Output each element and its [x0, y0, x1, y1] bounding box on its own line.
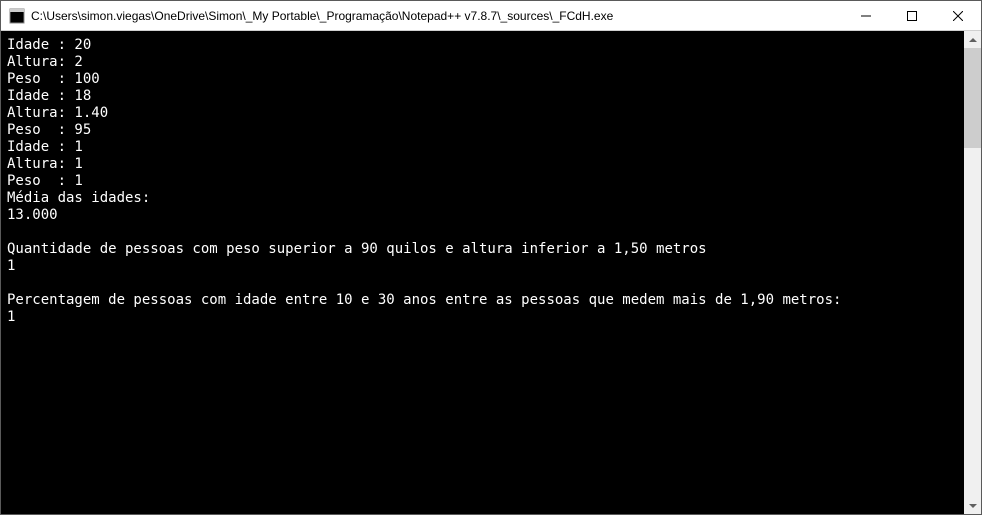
- media-value: 13.000: [7, 207, 58, 223]
- minimize-button[interactable]: [843, 1, 889, 30]
- scroll-up-button[interactable]: [964, 31, 981, 48]
- maximize-button[interactable]: [889, 1, 935, 30]
- titlebar[interactable]: C:\Users\simon.viegas\OneDrive\Simon\_My…: [1, 1, 981, 31]
- entry-idade: Idade : 20: [7, 37, 91, 53]
- entry-peso: Peso : 95: [7, 122, 91, 138]
- window-controls: [843, 1, 981, 30]
- content-area: Idade : 20 Altura: 2 Peso : 100 Idade : …: [1, 31, 981, 514]
- close-icon: [953, 11, 963, 21]
- entry-idade: Idade : 1: [7, 139, 83, 155]
- vertical-scrollbar[interactable]: [964, 31, 981, 514]
- entry-altura: Altura: 1.40: [7, 105, 108, 121]
- quant-value: 1: [7, 258, 15, 274]
- chevron-up-icon: [969, 36, 977, 44]
- entry-idade: Idade : 18: [7, 88, 91, 104]
- entry-peso: Peso : 100: [7, 71, 100, 87]
- console-output: Idade : 20 Altura: 2 Peso : 100 Idade : …: [1, 31, 964, 514]
- perc-label: Percentagem de pessoas com idade entre 1…: [7, 292, 841, 308]
- scroll-down-button[interactable]: [964, 497, 981, 514]
- scrollbar-thumb[interactable]: [964, 48, 981, 148]
- entry-peso: Peso : 1: [7, 173, 83, 189]
- minimize-icon: [861, 11, 871, 21]
- window-title: C:\Users\simon.viegas\OneDrive\Simon\_My…: [31, 9, 843, 23]
- app-icon: [9, 8, 25, 24]
- maximize-icon: [907, 11, 917, 21]
- console-window: C:\Users\simon.viegas\OneDrive\Simon\_My…: [0, 0, 982, 515]
- entry-altura: Altura: 2: [7, 54, 83, 70]
- chevron-down-icon: [969, 502, 977, 510]
- media-label: Média das idades:: [7, 190, 150, 206]
- quant-label: Quantidade de pessoas com peso superior …: [7, 241, 707, 257]
- close-button[interactable]: [935, 1, 981, 30]
- perc-value: 1: [7, 309, 15, 325]
- entry-altura: Altura: 1: [7, 156, 83, 172]
